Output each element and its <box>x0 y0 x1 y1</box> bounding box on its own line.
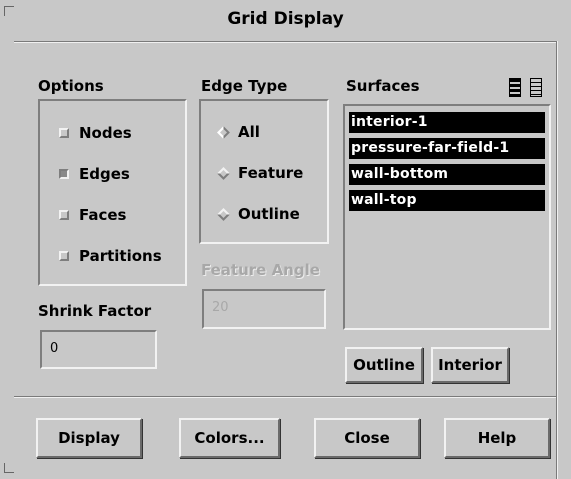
edge-type-feature-radio[interactable]: Feature <box>217 161 304 185</box>
surface-item-interior-1[interactable]: interior-1 <box>349 112 545 133</box>
nodes-check-indicator <box>59 128 69 138</box>
feature-angle-field[interactable]: 20 <box>202 289 326 329</box>
edges-checkbox[interactable]: Edges <box>59 162 162 186</box>
button-bar-divider <box>14 396 556 398</box>
edge-type-group: All Feature Outline <box>199 99 329 244</box>
window-title: Grid Display <box>227 9 344 29</box>
surface-item-wall-top[interactable]: wall-top <box>349 190 545 211</box>
help-button[interactable]: Help <box>444 418 550 458</box>
edges-check-indicator <box>59 169 69 179</box>
interior-button[interactable]: Interior <box>431 347 509 383</box>
colors-button[interactable]: Colors... <box>179 418 280 458</box>
title-divider <box>14 41 557 43</box>
faces-checkbox[interactable]: Faces <box>59 203 162 227</box>
feature-label: Feature <box>238 164 304 182</box>
nodes-checkbox[interactable]: Nodes <box>59 121 162 145</box>
shrink-factor-label: Shrink Factor <box>38 302 152 320</box>
display-button[interactable]: Display <box>36 418 142 458</box>
outline-radio-indicator <box>217 207 230 221</box>
surfaces-label: Surfaces <box>346 77 420 95</box>
partitions-checkbox[interactable]: Partitions <box>59 244 162 268</box>
select-all-icon[interactable] <box>509 78 521 97</box>
faces-check-indicator <box>59 210 69 220</box>
surface-item-pressure-far-field-1[interactable]: pressure-far-field-1 <box>349 138 545 159</box>
deselect-all-icon[interactable] <box>530 78 542 97</box>
feature-radio-indicator <box>217 166 230 180</box>
shrink-factor-field[interactable]: 0 <box>40 330 157 369</box>
faces-label: Faces <box>79 206 127 224</box>
all-label: All <box>238 123 260 141</box>
partitions-check-indicator <box>59 251 69 261</box>
window-corner <box>4 463 14 473</box>
all-radio-indicator <box>217 125 230 139</box>
nodes-label: Nodes <box>79 124 132 142</box>
close-button[interactable]: Close <box>314 418 420 458</box>
window-edge <box>556 41 558 479</box>
outline-button[interactable]: Outline <box>345 347 423 383</box>
edges-label: Edges <box>79 165 130 183</box>
partitions-label: Partitions <box>79 247 162 265</box>
edge-type-all-radio[interactable]: All <box>217 120 303 144</box>
options-label: Options <box>38 77 104 95</box>
surfaces-list[interactable]: interior-1 pressure-far-field-1 wall-bot… <box>343 104 551 330</box>
options-group: Nodes Edges Faces Partitions <box>38 99 187 286</box>
edge-type-outline-radio[interactable]: Outline <box>217 202 303 226</box>
edge-type-label: Edge Type <box>201 77 288 95</box>
outline-label: Outline <box>238 205 300 223</box>
surface-item-wall-bottom[interactable]: wall-bottom <box>349 164 545 185</box>
feature-angle-label: Feature Angle <box>201 261 320 279</box>
